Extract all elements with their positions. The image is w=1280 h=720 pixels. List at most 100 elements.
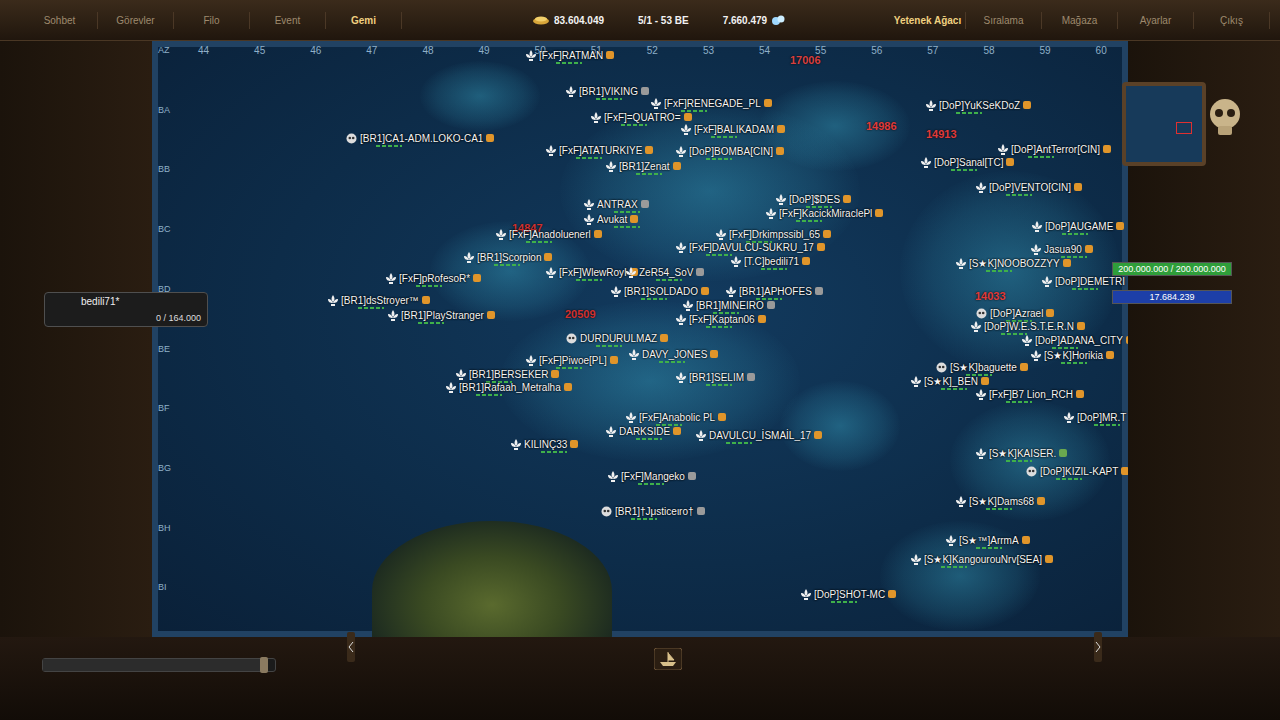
health-bar [596,98,622,100]
player-pin[interactable]: [DoP]BOMBA[CIN] [676,145,784,160]
player-pin[interactable]: [S★K]KAISER. [976,447,1067,462]
player-pin[interactable]: [S★K]_BEN [911,375,989,390]
player-pin[interactable]: [BR1]MINEIRO [683,299,775,314]
player-pin[interactable]: DAVULCU_İSMAİL_17 [696,429,822,444]
player-pin[interactable]: [BR1]SELIM [676,371,755,386]
player-pin[interactable]: KILINÇ33 [511,438,578,453]
player-pin[interactable]: [FxF]Mangeko [608,470,696,485]
player-pin[interactable]: DAVY_JONES [629,348,718,363]
scroll-left-icon[interactable] [347,632,355,662]
player-pin[interactable]: [FxF]Drkimpssibl_65 [716,228,831,243]
player-pin[interactable]: [DoP]AUGAME [1032,220,1124,235]
player-pin[interactable]: [BR1]PlayStranger [388,309,495,324]
player-pin[interactable]: Jasua90 [1031,243,1093,258]
player-pin[interactable]: [FxF]WlewRoyI [546,266,638,281]
nav-tab[interactable]: Gemi [326,12,402,29]
rank-badge [802,257,810,265]
player-pin[interactable]: [FxF]pRofesoR* [386,272,481,287]
player-pin[interactable]: [BR1]CA1-ADM.LOKO-CA1 [346,132,494,147]
health-bar [831,601,857,603]
nav-tab[interactable]: Yetenek Ağacı [890,12,966,29]
player-pin[interactable]: ANTRAX [584,198,649,213]
player-pin[interactable]: [BR1]dsStroyer™ [328,294,430,309]
rank-badge [1063,259,1071,267]
player-pin[interactable]: [DoP]MR.T [1064,411,1128,426]
player-pin[interactable]: [FxF]KacickMiraclePl [766,207,883,222]
nav-tab[interactable]: Ayarlar [1118,12,1194,29]
player-pin[interactable]: Avukat [584,213,640,228]
zoom-slider[interactable] [42,658,276,672]
player-pin[interactable]: [T.C]bedili71 [731,255,810,270]
player-pin[interactable]: [S★K]baguette [936,361,1028,376]
player-pin[interactable]: [DoP]W.E.S.T.E.R.N [971,320,1085,335]
player-pin[interactable]: [FxF]Kaptan06 [676,313,766,328]
player-pin[interactable]: DURDURULMAZ [566,332,668,347]
health-bar [1061,256,1087,258]
player-pin[interactable]: [FxF]Anadoluenerl [496,228,602,243]
player-pin[interactable]: [DoP]$DES [776,193,851,208]
scroll-right-icon[interactable] [1094,632,1102,662]
player-pin[interactable]: [BR1]Zenat [606,160,681,175]
player-pin[interactable]: [FxF]Piwoe[PL] [526,354,618,369]
nav-tab[interactable]: Çıkış [1194,12,1270,29]
player-pin[interactable]: [FxF]=QUATRO= [591,111,692,126]
nav-tab[interactable]: Filo [174,12,250,29]
player-pin[interactable]: [BR1]VIKING [566,85,649,100]
player-pin[interactable]: [BR1]†Jμsticeιro† [601,505,705,520]
player-pin[interactable]: [FxF]Anabolic PL [626,411,726,426]
player-pin[interactable]: [S★K]KangourouNrv[SEA] [911,553,1053,568]
player-pin[interactable]: [DoP]ADANA_CITY [1022,334,1128,349]
rank-badge [473,274,481,282]
player-pin[interactable]: [BR1]Rafaah_Metralha [446,381,572,396]
column-label: 52 [647,45,658,56]
rank-badge [551,370,559,378]
player-pin[interactable]: [S★K]NOOBOZZYY [956,257,1071,272]
skull-icon [601,506,612,517]
nav-tab[interactable]: Görevler [98,12,174,29]
player-pin[interactable]: [DoP]VENTO[CIN] [976,181,1082,196]
health-bar [556,62,582,64]
player-pin[interactable]: [DoP]SHOT-MC [801,588,896,603]
player-pin[interactable]: [S★K]Horikia [1031,349,1114,364]
player-pin[interactable]: [S★K]Dams68 [956,495,1045,510]
player-pin[interactable]: ZeR54_SoV [626,266,704,281]
player-pin[interactable]: [FxF]RENEGADE_PL [651,97,772,112]
nav-tab[interactable]: Event [250,12,326,29]
health-bar [418,322,444,324]
player-pin[interactable]: [BR1]BERSEKER [456,368,559,383]
column-label: 58 [983,45,994,56]
player-panel[interactable]: bedili71*0 / 164.000 [44,292,208,327]
minimap[interactable] [1122,82,1206,166]
player-pin[interactable]: [DoP]KIZIL-KAPT [1026,465,1128,480]
player-pin[interactable]: [FxF]DAVULCU-SUKRU_17 [676,241,825,256]
player-pin[interactable]: [DoP]Sanal[TC] [921,156,1014,171]
player-pin[interactable]: DARKSIDE [606,425,681,440]
column-label: 57 [927,45,938,56]
fleur-icon [921,157,931,168]
player-pin[interactable]: [DoP]Azrael [976,307,1054,322]
fleur-icon [681,124,691,135]
player-pin[interactable]: [S★™]ArrmA [946,534,1030,549]
player-pin[interactable]: [BR1]Scorpion [464,251,552,266]
player-pin[interactable]: [FxF]RATMAN [526,49,614,64]
sea-map[interactable]: 4445464748495051525354555657585960AZBABB… [152,41,1128,637]
nav-tab[interactable]: Mağaza [1042,12,1118,29]
fleur-icon [456,369,466,380]
status-bar: 200.000.000 / 200.000.000 [1112,262,1232,276]
player-pin[interactable]: [BR1]SOLDADO [611,285,709,300]
ship-button-icon[interactable] [654,648,682,670]
player-pin[interactable]: [DoP]AntTerror[CIN] [998,143,1111,158]
damage-number: 20509 [565,308,596,320]
slider-knob[interactable] [260,657,268,673]
nav-tab[interactable]: Sohbet [22,12,98,29]
player-pin[interactable]: [FxF]ATATURKIYE [546,144,653,159]
player-pin[interactable]: [FxF]BALIKADAM [681,123,785,138]
rank-badge [710,350,718,358]
nav-tab[interactable]: Sıralama [966,12,1042,29]
column-label: 45 [254,45,265,56]
player-pin[interactable]: [DoP]DEMETRI [1042,275,1128,290]
player-pin[interactable]: [DoP]YuKSeKDoZ [926,99,1031,114]
player-pin[interactable]: [FxF]B7 Lion_RCH [976,388,1084,403]
player-pin[interactable]: [BR1]APHOFES [726,285,823,300]
rank-badge [758,315,766,323]
